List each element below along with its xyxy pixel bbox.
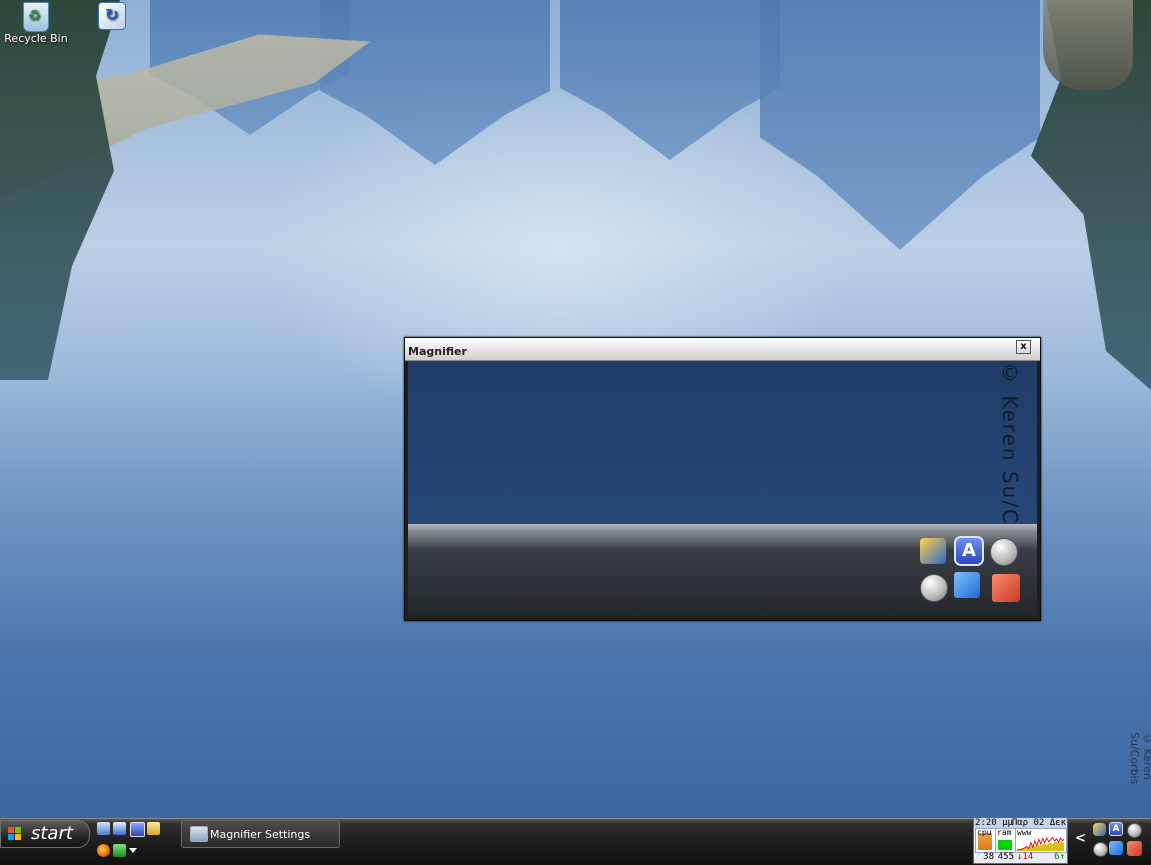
orb-icon: [920, 574, 948, 602]
close-button[interactable]: x: [1016, 340, 1031, 354]
mountain-reflection: [320, 0, 550, 165]
tray-expand-chevron[interactable]: <: [1075, 831, 1086, 846]
ram-meter: ram: [995, 828, 1016, 853]
magnifier-view: © Keren Su/Cor 2:20 μμ Παρ 02 Δεκ cpu ra…: [408, 361, 1037, 616]
windows-logo-icon: [8, 827, 22, 841]
orb-icon[interactable]: [1093, 842, 1108, 857]
network-icon: [954, 572, 980, 598]
run-icon[interactable]: [113, 844, 126, 857]
disk-icon: [920, 538, 946, 564]
show-desktop-icon[interactable]: [97, 822, 110, 835]
orb-icon: [990, 538, 1018, 566]
network-graph: [1017, 837, 1064, 851]
dropdown-icon[interactable]: [129, 848, 137, 853]
disk-icon[interactable]: [1093, 823, 1106, 836]
cpu-label: cpu: [977, 828, 992, 837]
magnifier-title: Magnifier: [408, 345, 467, 358]
network-meter: www: [1015, 828, 1067, 853]
ram-fill-bar: [998, 840, 1012, 850]
recycle-bin-icon: [23, 2, 49, 32]
start-button[interactable]: start: [0, 820, 90, 848]
accessibility-icon[interactable]: A: [1109, 822, 1123, 836]
network-icon[interactable]: [1109, 841, 1123, 855]
task-label: Magnifier Settings: [210, 828, 311, 841]
download-value: ↓14: [1017, 852, 1034, 862]
user-icon[interactable]: [1127, 841, 1142, 856]
magnifier-settings-icon: [190, 826, 208, 842]
firefox-icon[interactable]: [97, 844, 110, 857]
mountain-reflection: [560, 0, 780, 160]
upload-value: 6↑: [1054, 852, 1065, 862]
accessibility-icon[interactable]: [130, 822, 145, 837]
recycle-bin-shortcut[interactable]: Recycle Bin: [4, 2, 68, 45]
monitor-date: Παρ 02 Δεκ: [1011, 818, 1066, 828]
monitor-time: 2:20 μμ: [975, 818, 1013, 828]
window-switch-icon[interactable]: [113, 822, 126, 835]
zoomed-taskbar: 2:20 μμ Παρ 02 Δεκ cpu ram www: [408, 524, 1037, 616]
orb-icon[interactable]: [1127, 823, 1142, 838]
accessibility-icon: A: [954, 536, 984, 566]
net-label: www: [1017, 828, 1032, 837]
wallpaper-watermark: © Keren Su/Corbis: [1128, 732, 1151, 785]
zoomed-watermark: © Keren Su/Cor: [998, 361, 1022, 550]
start-label: start: [31, 823, 73, 844]
rock: [1043, 0, 1133, 90]
system-monitor-widget[interactable]: 2:20 μμ Παρ 02 Δεκ cpu ram www 38 455 ↓1…: [973, 817, 1068, 864]
trees-left: [0, 0, 120, 380]
ram-value: 455: [997, 852, 1014, 862]
magnifier-titlebar[interactable]: Magnifier x: [405, 338, 1040, 361]
ram-label: ram: [997, 828, 1012, 837]
shortcut-icon: [98, 2, 126, 30]
cpu-meter: cpu: [975, 828, 996, 853]
taskbar-item-magnifier-settings[interactable]: Magnifier Settings: [181, 820, 340, 848]
mountain-reflection: [760, 0, 1040, 250]
folder-icon[interactable]: [147, 822, 160, 835]
magnifier-window[interactable]: Magnifier x © Keren Su/Cor 2:20 μμ Παρ 0…: [404, 337, 1041, 621]
recycle-bin-label: Recycle Bin: [4, 32, 68, 45]
cpu-value: 38: [983, 852, 994, 862]
desktop-shortcut[interactable]: [96, 2, 128, 30]
user-icon: [992, 574, 1020, 602]
